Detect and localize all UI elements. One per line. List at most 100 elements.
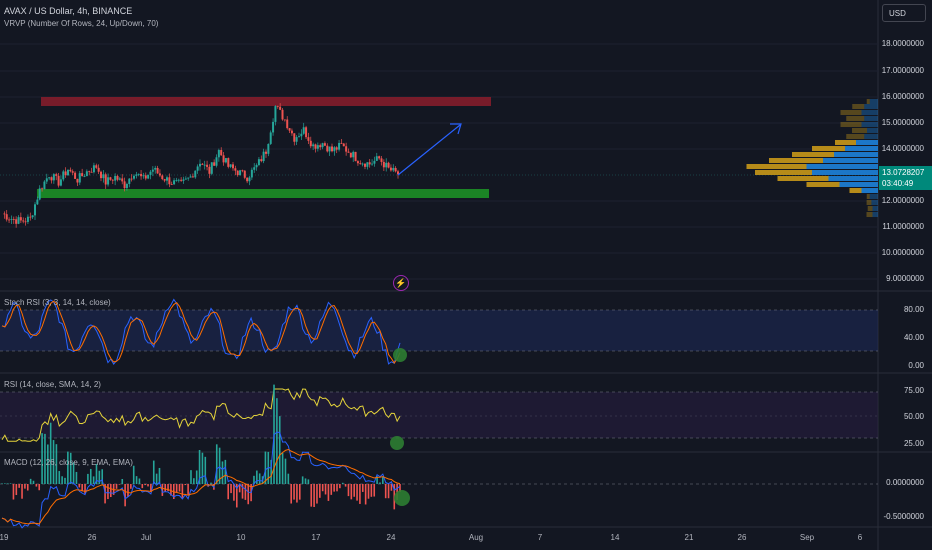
candle-body[interactable] bbox=[366, 162, 369, 167]
candle-body[interactable] bbox=[222, 155, 225, 163]
candle-body[interactable] bbox=[305, 127, 308, 138]
candle-body[interactable] bbox=[43, 181, 46, 190]
candle-body[interactable] bbox=[97, 167, 100, 172]
candle-body[interactable] bbox=[71, 171, 74, 173]
candle-body[interactable] bbox=[173, 180, 176, 185]
candle-body[interactable] bbox=[151, 169, 154, 172]
candle-body[interactable] bbox=[24, 221, 27, 223]
candle-body[interactable] bbox=[177, 179, 180, 181]
candle-body[interactable] bbox=[34, 204, 36, 216]
candle-body[interactable] bbox=[314, 144, 317, 149]
candle-body[interactable] bbox=[78, 173, 81, 183]
candle-body[interactable] bbox=[201, 163, 204, 165]
candle-body[interactable] bbox=[224, 158, 227, 163]
candle-body[interactable] bbox=[76, 178, 79, 183]
candle-body[interactable] bbox=[154, 167, 157, 170]
candle-body[interactable] bbox=[196, 166, 199, 171]
candle-body[interactable] bbox=[36, 199, 39, 205]
candle-body[interactable] bbox=[29, 216, 32, 218]
candle-body[interactable] bbox=[368, 162, 371, 165]
candle-body[interactable] bbox=[340, 142, 343, 144]
candle-body[interactable] bbox=[316, 145, 319, 149]
candle-body[interactable] bbox=[241, 170, 244, 172]
candle-body[interactable] bbox=[300, 133, 303, 137]
candle-body[interactable] bbox=[234, 168, 237, 171]
candle-body[interactable] bbox=[338, 142, 341, 150]
candle-body[interactable] bbox=[335, 147, 338, 150]
candle-body[interactable] bbox=[104, 174, 107, 185]
candle-body[interactable] bbox=[59, 179, 62, 186]
candle-body[interactable] bbox=[31, 215, 34, 218]
candle-body[interactable] bbox=[215, 157, 218, 166]
candle-body[interactable] bbox=[92, 165, 95, 173]
candle-body[interactable] bbox=[281, 109, 284, 120]
candle-body[interactable] bbox=[161, 175, 164, 180]
candle-body[interactable] bbox=[41, 188, 44, 190]
candle-body[interactable] bbox=[133, 175, 135, 179]
candle-body[interactable] bbox=[380, 158, 383, 162]
candle-body[interactable] bbox=[125, 183, 128, 189]
candle-body[interactable] bbox=[149, 171, 152, 175]
candle-body[interactable] bbox=[95, 165, 98, 168]
candle-body[interactable] bbox=[248, 177, 251, 182]
rsi-marker[interactable] bbox=[390, 436, 404, 450]
candle-body[interactable] bbox=[191, 176, 194, 178]
candle-body[interactable] bbox=[347, 151, 350, 153]
candlestick-series[interactable] bbox=[3, 103, 399, 228]
candle-body[interactable] bbox=[206, 164, 209, 167]
candle-body[interactable] bbox=[3, 213, 6, 215]
candle-body[interactable] bbox=[8, 219, 11, 221]
candle-body[interactable] bbox=[22, 220, 25, 222]
candle-body[interactable] bbox=[12, 219, 15, 220]
candle-body[interactable] bbox=[17, 217, 20, 224]
candle-body[interactable] bbox=[130, 178, 133, 180]
candle-body[interactable] bbox=[83, 176, 86, 177]
candle-body[interactable] bbox=[57, 175, 60, 186]
candle-body[interactable] bbox=[250, 169, 253, 178]
candle-body[interactable] bbox=[168, 177, 171, 185]
candle-body[interactable] bbox=[265, 151, 267, 154]
symbol-title[interactable]: AVAX / US Dollar, 4h, BINANCE bbox=[4, 6, 132, 16]
candle-body[interactable] bbox=[253, 167, 256, 170]
candle-body[interactable] bbox=[85, 171, 88, 177]
candle-body[interactable] bbox=[81, 173, 84, 177]
candle-body[interactable] bbox=[319, 145, 322, 148]
candle-body[interactable] bbox=[102, 174, 105, 179]
candle-body[interactable] bbox=[118, 178, 121, 180]
candle-body[interactable] bbox=[19, 217, 22, 221]
candle-body[interactable] bbox=[342, 143, 345, 147]
candle-body[interactable] bbox=[55, 174, 58, 176]
candle-body[interactable] bbox=[364, 163, 366, 167]
candle-body[interactable] bbox=[175, 180, 178, 181]
candle-body[interactable] bbox=[217, 150, 220, 158]
candle-body[interactable] bbox=[309, 140, 312, 147]
candle-body[interactable] bbox=[283, 119, 286, 121]
candle-body[interactable] bbox=[38, 188, 41, 200]
candle-body[interactable] bbox=[194, 170, 197, 178]
macd-title[interactable]: MACD (12, 26, close, 9, EMA, EMA) bbox=[4, 458, 133, 468]
candle-body[interactable] bbox=[279, 106, 282, 110]
candle-body[interactable] bbox=[180, 179, 183, 181]
candle-body[interactable] bbox=[135, 174, 138, 176]
candle-body[interactable] bbox=[307, 137, 310, 141]
candle-body[interactable] bbox=[267, 143, 270, 154]
candle-body[interactable] bbox=[229, 164, 232, 167]
candle-body[interactable] bbox=[48, 177, 51, 179]
candle-body[interactable] bbox=[203, 164, 206, 166]
candle-body[interactable] bbox=[378, 156, 381, 159]
candle-body[interactable] bbox=[88, 171, 91, 173]
candle-body[interactable] bbox=[187, 177, 190, 179]
candle-body[interactable] bbox=[373, 160, 376, 164]
candle-body[interactable] bbox=[239, 170, 242, 176]
candle-body[interactable] bbox=[255, 164, 258, 168]
candle-body[interactable] bbox=[236, 170, 239, 176]
candle-body[interactable] bbox=[184, 178, 187, 180]
candle-body[interactable] bbox=[387, 162, 390, 168]
support-zone[interactable] bbox=[37, 189, 489, 198]
candle-body[interactable] bbox=[52, 174, 55, 181]
candle-body[interactable] bbox=[302, 127, 305, 134]
candle-body[interactable] bbox=[69, 169, 72, 172]
candle-body[interactable] bbox=[74, 172, 77, 179]
candle-body[interactable] bbox=[354, 151, 357, 162]
candle-body[interactable] bbox=[50, 177, 53, 181]
